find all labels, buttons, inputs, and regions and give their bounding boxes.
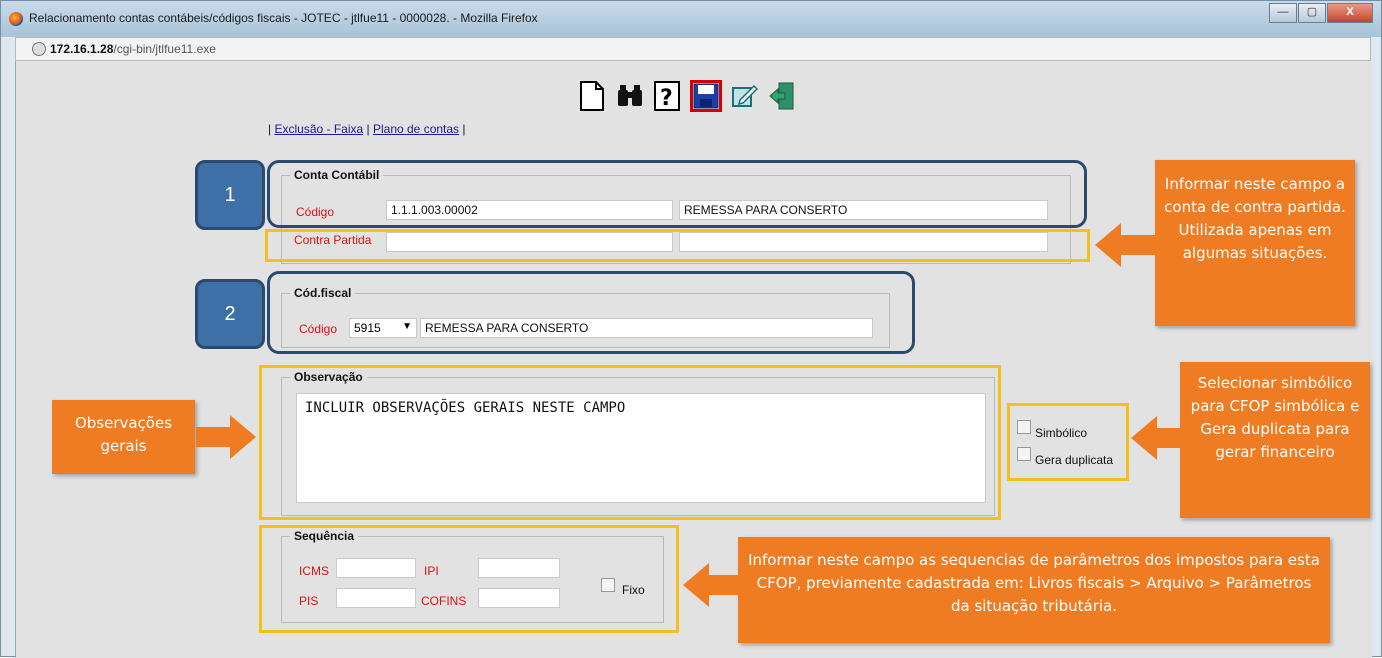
svg-text:?: ? [660,86,673,111]
minimize-button[interactable]: — [1269,3,1297,23]
close-button[interactable]: X [1327,3,1373,23]
edit-icon[interactable] [728,80,760,112]
link-separator: | [462,122,466,136]
cod-fiscal-highlight [267,271,915,354]
contra-partida-arrow [1095,223,1155,267]
new-document-icon[interactable] [576,80,608,112]
address-bar[interactable]: 172.16.1.28/cgi-bin/jtlfue11.exe [15,37,1371,61]
sequencia-arrow [683,563,739,607]
plano-de-contas-link[interactable]: Plano de contas [373,122,459,136]
sequencia-highlight [259,525,679,633]
exit-icon[interactable] [766,80,798,112]
link-separator: | [268,122,272,136]
title-bar: Relacionamento contas contábeis/códigos … [1,1,1381,37]
simbolico-arrow [1131,416,1183,460]
checkbox-highlight [1007,403,1129,481]
conta-codigo-highlight [267,160,1087,228]
globe-icon [32,42,46,56]
binoculars-icon[interactable] [614,80,646,112]
observacao-highlight [259,365,1001,520]
window-controls: — ▢ X [1268,3,1373,23]
nav-links: | Exclusão - Faixa | Plano de contas | [268,122,466,136]
toolbar: ? [576,80,804,114]
observacoes-callout: Observações gerais [52,400,195,474]
exclusao-faixa-link[interactable]: Exclusão - Faixa [274,122,363,136]
step-two-badge: 2 [195,279,265,349]
help-icon[interactable]: ? [652,80,684,112]
simbolico-callout: Selecionar simbólico para CFOP simbólica… [1180,362,1370,518]
url-path: /cgi-bin/jtlfue11.exe [113,42,216,56]
observacoes-arrow [196,415,256,459]
link-separator: | [366,122,370,136]
url-host: 172.16.1.28 [50,42,114,56]
contra-partida-callout: Informar neste campo a conta de contra p… [1155,160,1355,326]
url-text[interactable]: 172.16.1.28/cgi-bin/jtlfue11.exe [50,42,216,56]
contra-partida-highlight [265,229,1090,262]
step-one-badge: 1 [195,160,265,230]
save-icon[interactable] [690,80,722,112]
window-title: Relacionamento contas contábeis/códigos … [29,11,538,25]
maximize-button[interactable]: ▢ [1298,3,1326,23]
sequencia-callout: Informar neste campo as sequencias de pa… [738,537,1330,643]
firefox-icon [9,12,23,26]
